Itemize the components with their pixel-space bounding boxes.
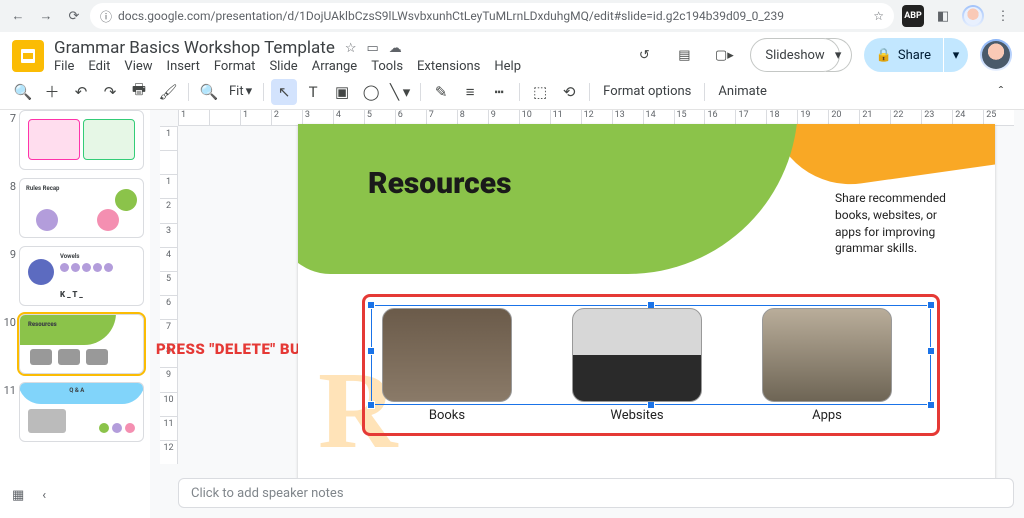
meet-icon[interactable]: ▢▸ [710,41,738,69]
move-icon[interactable]: ▭ [367,41,379,56]
account-avatar[interactable] [980,39,1012,71]
new-slide-button[interactable]: ＋ [39,79,65,105]
reload-button[interactable]: ⟳ [62,4,86,28]
card-label: Apps [762,408,892,423]
speaker-notes[interactable]: Click to add speaker notes [178,478,1014,508]
card-image[interactable] [572,308,702,402]
star-outline-icon[interactable]: ☆ [345,41,357,56]
selection-handle[interactable] [927,401,935,409]
zoom-select[interactable]: Fit ▾ [225,84,256,99]
slides-logo[interactable] [12,40,44,72]
slideshow-dropdown[interactable]: ▾ [826,38,852,72]
comments-icon[interactable]: ▤ [670,41,698,69]
menu-extensions[interactable]: Extensions [417,59,480,74]
slide-thumb-8[interactable]: Rules Recap [19,178,144,238]
slide-thumb-7[interactable] [19,110,144,170]
decorative-swoosh-orange [771,124,995,194]
line-tool[interactable]: ╲ ▾ [387,79,413,105]
thumb-num: 11 [2,382,16,397]
site-info-icon[interactable]: ⓘ [100,8,112,25]
card-apps[interactable]: Apps [762,308,892,423]
card-websites[interactable]: Websites [572,308,702,423]
menu-bar: File Edit View Insert Format Slide Arran… [54,59,620,74]
card-label: Books [382,408,512,423]
menu-view[interactable]: View [124,59,152,74]
slide-title[interactable]: Resources [368,166,512,201]
selection-handle[interactable] [927,301,935,309]
collapse-toolbar-icon[interactable]: ˆ [988,79,1014,105]
menu-arrange[interactable]: Arrange [312,59,357,74]
grid-view-icon[interactable]: ▦ [12,488,24,503]
forward-button[interactable]: → [34,4,58,28]
print-button[interactable]: 🖶 [126,79,152,105]
url-bar[interactable]: ⓘ docs.google.com/presentation/d/1DojUAk… [90,3,894,29]
menu-tools[interactable]: Tools [371,59,403,74]
collapse-filmstrip-icon[interactable]: ‹ [42,488,46,503]
menu-file[interactable]: File [54,59,74,74]
thumb-num: 9 [2,246,16,261]
history-icon[interactable]: ↺ [630,41,658,69]
lock-icon: 🔒 [876,48,892,63]
toolbar: 🔍 ＋ ↶ ↷ 🖶 🖌 🔍 Fit ▾ ↖ T ▣ ◯ ╲ ▾ ✎ ≡ ┅ ⬚ … [0,74,1024,110]
reset-image-button[interactable]: ⟲ [556,79,582,105]
shape-tool[interactable]: ◯ [358,79,384,105]
profile-avatar-small[interactable] [962,5,984,27]
thumb-num: 8 [2,178,16,193]
card-row: Books Websites Apps [382,308,892,423]
url-text: docs.google.com/presentation/d/1DojUAklb… [118,9,784,23]
document-title[interactable]: Grammar Basics Workshop Template [54,38,335,58]
card-image[interactable] [382,308,512,402]
share-button[interactable]: 🔒 Share [864,38,943,72]
select-tool[interactable]: ↖ [271,79,297,105]
extension-icon[interactable]: ABP [902,5,924,27]
browser-chrome: ← → ⟳ ⓘ docs.google.com/presentation/d/1… [0,0,1024,32]
vertical-ruler: 1123456789101112 [160,126,178,464]
redo-button[interactable]: ↷ [97,79,123,105]
star-icon[interactable]: ☆ [873,9,884,23]
selection-handle[interactable] [367,401,375,409]
format-options-button[interactable]: Format options [597,84,697,99]
paint-format-button[interactable]: 🖌 [155,79,181,105]
slide-thumb-10[interactable]: Resources [19,314,144,374]
cloud-saved-icon: ☁ [389,41,402,56]
thumb-num: 10 [2,314,16,329]
image-tool[interactable]: ▣ [329,79,355,105]
app-header: Grammar Basics Workshop Template ☆ ▭ ☁ F… [0,32,1024,74]
menu-format[interactable]: Format [214,59,256,74]
filmstrip[interactable]: 7 8 Rules Recap 9 Vowels K _ T _ 10 [0,110,150,518]
menu-slide[interactable]: Slide [269,59,297,74]
undo-button[interactable]: ↶ [68,79,94,105]
menu-help[interactable]: Help [494,59,521,74]
notes-placeholder: Click to add speaker notes [191,486,344,501]
textbox-tool[interactable]: T [300,79,326,105]
selection-handle[interactable] [367,347,375,355]
border-weight-button[interactable]: ≡ [457,79,483,105]
crop-button[interactable]: ⬚ [527,79,553,105]
thumb-num: 7 [2,110,16,125]
chrome-menu-icon[interactable]: ⋮ [992,5,1014,27]
puzzle-icon[interactable]: ◧ [932,5,954,27]
animate-button[interactable]: Animate [712,84,772,99]
slide-canvas[interactable]: Resources Share recommended books, websi… [298,124,995,482]
zoom-icon[interactable]: 🔍 [196,79,222,105]
selection-handle[interactable] [367,301,375,309]
menu-insert[interactable]: Insert [167,59,200,74]
card-books[interactable]: Books [382,308,512,423]
selection-handle[interactable] [927,347,935,355]
border-color-button[interactable]: ✎ [428,79,454,105]
card-image[interactable] [762,308,892,402]
share-dropdown[interactable]: ▾ [944,38,968,72]
card-label: Websites [572,408,702,423]
menu-edit[interactable]: Edit [88,59,110,74]
border-dash-button[interactable]: ┅ [486,79,512,105]
back-button[interactable]: ← [6,4,30,28]
slide-thumb-9[interactable]: Vowels K _ T _ [19,246,144,306]
search-menus-icon[interactable]: 🔍 [10,79,36,105]
canvas-area: 1123456789101112131415161718192021222324… [150,110,1024,518]
main-area: 7 8 Rules Recap 9 Vowels K _ T _ 10 [0,110,1024,518]
slide-subtitle[interactable]: Share recommended books, websites, or ap… [835,190,965,257]
slide-thumb-11[interactable]: Q & A [19,382,144,442]
extensions-area: ABP ◧ ⋮ [898,5,1018,27]
